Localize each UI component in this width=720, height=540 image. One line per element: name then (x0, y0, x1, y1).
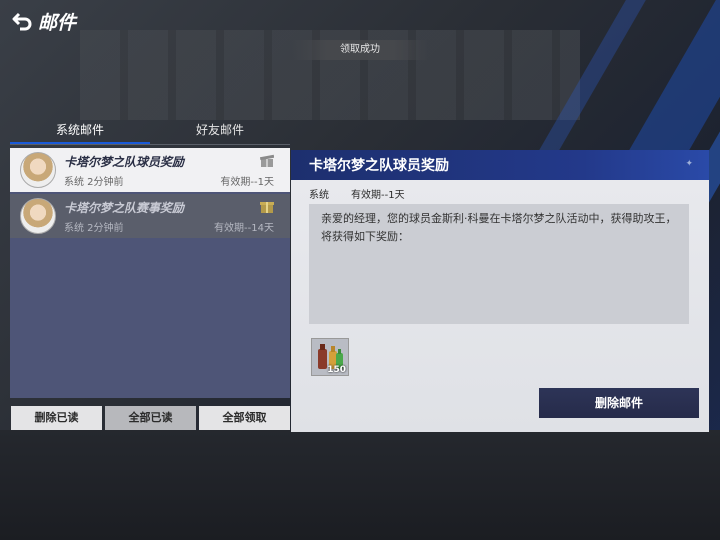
claim-all-button[interactable]: 全部领取 (199, 406, 290, 430)
mail-detail-expiry: 有效期--1天 (351, 190, 405, 201)
mail-detail-title: 卡塔尔梦之队球员奖励 (309, 158, 449, 174)
reward-quantity: 150 (327, 365, 346, 375)
background-floor (0, 430, 720, 540)
delete-read-button[interactable]: 删除已读 (11, 406, 102, 430)
reward-item[interactable]: 150 (311, 338, 349, 376)
mail-detail-header: 卡塔尔梦之队球员奖励 ✦ (291, 150, 709, 180)
mail-item[interactable]: 卡塔尔梦之队赛事奖励 系统 2分钟前 有效期--14天 (10, 194, 290, 238)
gift-opened-icon (260, 154, 274, 167)
avatar (20, 198, 56, 234)
mail-item-title: 卡塔尔梦之队球员奖励 (64, 155, 185, 169)
gift-icon (260, 202, 274, 213)
mail-detail-sender: 系统 (309, 190, 329, 201)
avatar (20, 152, 56, 188)
back-arrow-icon[interactable] (12, 10, 34, 32)
mail-detail-panel: 卡塔尔梦之队球员奖励 ✦ 系统 有效期--1天 亲爱的经理，您的球员金斯利·科曼… (291, 150, 709, 432)
tab-system-mail[interactable]: 系统邮件 (10, 118, 150, 145)
top-bar: 邮件 (0, 0, 720, 44)
mail-detail-text: 亲爱的经理，您的球员金斯利·科曼在卡塔尔梦之队活动中，获得助攻王，将获得如下奖励… (321, 212, 677, 243)
delete-mail-button[interactable]: 删除邮件 (539, 388, 699, 418)
mark-all-read-button[interactable]: 全部已读 (105, 406, 196, 430)
mail-detail-body: 亲爱的经理，您的球员金斯利·科曼在卡塔尔梦之队活动中，获得助攻王，将获得如下奖励… (309, 204, 689, 324)
mail-item-expiry: 有效期--14天 (214, 223, 274, 234)
claim-success-toast: 领取成功 (292, 40, 428, 60)
tab-friend-mail[interactable]: 好友邮件 (150, 118, 290, 142)
mail-item-selected[interactable]: 卡塔尔梦之队球员奖励 系统 2分钟前 有效期--1天 (10, 148, 290, 192)
brand-logo: ✦ (685, 159, 693, 169)
mail-item-expiry: 有效期--1天 (220, 177, 274, 188)
tab-divider (10, 144, 290, 145)
mail-item-sender-time: 系统 2分钟前 (64, 177, 124, 188)
mail-list[interactable]: 卡塔尔梦之队球员奖励 系统 2分钟前 有效期--1天 卡塔尔梦之队赛事奖励 系统… (10, 148, 290, 398)
page-title: 邮件 (38, 12, 77, 34)
mail-item-sender-time: 系统 2分钟前 (64, 223, 124, 234)
mail-item-title: 卡塔尔梦之队赛事奖励 (64, 201, 185, 215)
